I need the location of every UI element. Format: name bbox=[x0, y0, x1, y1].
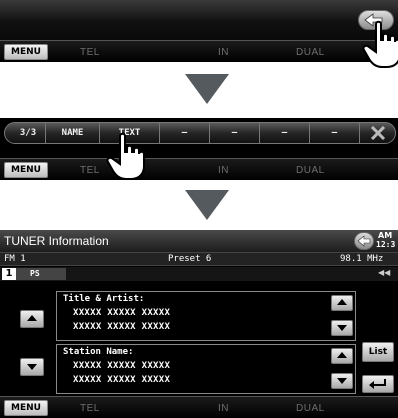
scroll-up-button[interactable] bbox=[20, 310, 44, 328]
source-tel[interactable]: TEL bbox=[80, 403, 100, 414]
close-button[interactable] bbox=[359, 123, 395, 143]
title-artist-up-button[interactable] bbox=[331, 295, 353, 311]
source-dual[interactable]: DUAL bbox=[296, 47, 325, 58]
title-artist-box: Title & Artist: XXXXX XXXXX XXXXX XXXXX … bbox=[56, 291, 356, 341]
source-in[interactable]: IN bbox=[218, 165, 229, 176]
triangle-down-icon bbox=[337, 325, 347, 331]
back-arrow-icon bbox=[357, 235, 371, 247]
panel2-screen: 3/3 NAME TEXT — — — — MENU TEL IN DUAL bbox=[0, 118, 398, 180]
panel1-screen: MENU TEL IN DUAL bbox=[0, 0, 398, 68]
source-dual[interactable]: DUAL bbox=[296, 403, 325, 414]
scroll-left-icon[interactable]: ◀◀ bbox=[378, 268, 390, 277]
page-title: TUNER Information bbox=[4, 234, 109, 248]
return-button[interactable] bbox=[362, 375, 394, 393]
station-name-label: Station Name: bbox=[63, 347, 134, 357]
ps-label: PS bbox=[16, 268, 66, 280]
source-dual[interactable]: DUAL bbox=[296, 165, 325, 176]
triangle-down-icon bbox=[337, 378, 347, 384]
source-tel[interactable]: TEL bbox=[80, 47, 100, 58]
menu-button[interactable]: MENU bbox=[4, 162, 48, 178]
step-arrow-1 bbox=[185, 74, 229, 104]
hand-pointer-icon bbox=[362, 20, 398, 68]
function-toolbar: 3/3 NAME TEXT — — — — bbox=[4, 122, 396, 144]
clock: 12:3 bbox=[376, 240, 396, 249]
blank-button-3[interactable]: — bbox=[259, 123, 309, 143]
band-label: FM 1 bbox=[4, 254, 26, 264]
blank-button-4[interactable]: — bbox=[309, 123, 359, 143]
triangle-down-icon bbox=[27, 364, 37, 370]
title-artist-line-2: XXXXX XXXXX XXXXX bbox=[73, 322, 171, 332]
page-indicator[interactable]: 3/3 bbox=[11, 123, 45, 143]
station-name-down-button[interactable] bbox=[331, 373, 353, 389]
station-info-row: FM 1 Preset 6 98.1 MHz bbox=[0, 252, 398, 266]
return-icon bbox=[369, 379, 386, 389]
step-arrow-2 bbox=[185, 190, 229, 220]
menu-button[interactable]: MENU bbox=[4, 44, 48, 60]
ps-row: 1 PS ◀◀ bbox=[0, 267, 398, 281]
source-bar: MENU TEL IN DUAL bbox=[0, 396, 398, 418]
blank-button-2[interactable]: — bbox=[209, 123, 259, 143]
blank-button-1[interactable]: — bbox=[159, 123, 209, 143]
name-button[interactable]: NAME bbox=[45, 123, 99, 143]
title-artist-line-1: XXXXX XXXXX XXXXX bbox=[73, 308, 171, 318]
scroll-down-button[interactable] bbox=[20, 358, 44, 376]
preset-number-badge: 1 bbox=[2, 268, 16, 280]
list-label: List bbox=[368, 347, 388, 357]
panel3-screen: TUNER Information AM 12:3 FM 1 Preset 6 … bbox=[0, 230, 398, 418]
triangle-up-icon bbox=[27, 315, 37, 321]
station-name-up-button[interactable] bbox=[331, 348, 353, 364]
back-button[interactable] bbox=[354, 232, 374, 250]
x-icon bbox=[370, 125, 385, 141]
source-in[interactable]: IN bbox=[218, 403, 229, 414]
station-name-box: Station Name: XXXXX XXXXX XXXXX XXXXX XX… bbox=[56, 344, 356, 394]
hand-pointer-icon bbox=[106, 132, 145, 180]
triangle-up-icon bbox=[337, 352, 347, 358]
am-indicator: AM bbox=[378, 231, 393, 240]
source-bar: MENU TEL IN DUAL bbox=[0, 158, 398, 180]
menu-button[interactable]: MENU bbox=[4, 400, 48, 416]
title-artist-down-button[interactable] bbox=[331, 320, 353, 336]
list-button[interactable]: List bbox=[362, 342, 394, 362]
source-in[interactable]: IN bbox=[218, 47, 229, 58]
title-artist-label: Title & Artist: bbox=[63, 294, 145, 304]
station-name-line-2: XXXXX XXXXX XXXXX bbox=[73, 375, 171, 385]
frequency-label: 98.1 MHz bbox=[340, 254, 384, 264]
title-bar: TUNER Information AM 12:3 bbox=[0, 230, 398, 252]
preset-label: Preset 6 bbox=[168, 254, 212, 264]
triangle-up-icon bbox=[337, 299, 347, 305]
source-tel[interactable]: TEL bbox=[80, 165, 100, 176]
source-bar: MENU TEL IN DUAL bbox=[0, 40, 398, 62]
station-name-line-1: XXXXX XXXXX XXXXX bbox=[73, 361, 171, 371]
